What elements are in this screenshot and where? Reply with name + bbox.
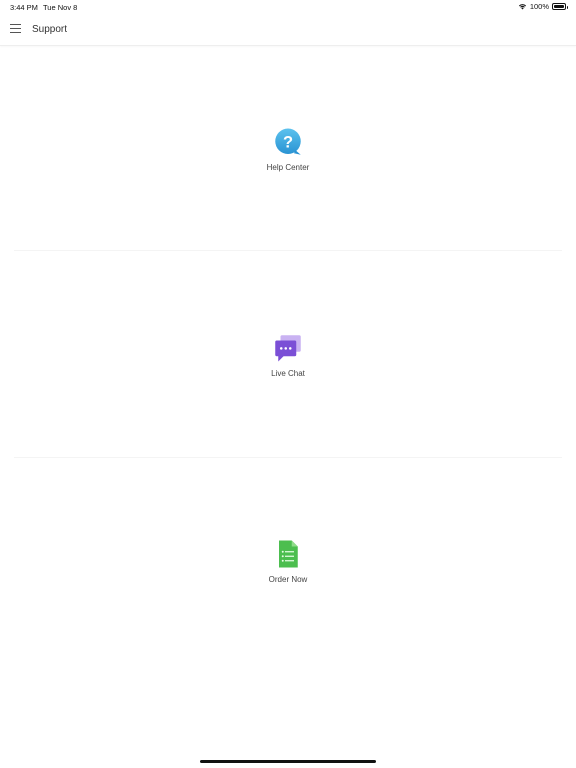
status-time: 3:44 PM bbox=[10, 3, 38, 12]
menu-button[interactable] bbox=[10, 24, 22, 34]
home-indicator[interactable] bbox=[200, 760, 376, 763]
divider bbox=[14, 250, 562, 251]
live-chat-button[interactable]: Live Chat bbox=[0, 252, 576, 458]
status-date: Tue Nov 8 bbox=[43, 3, 78, 12]
hamburger-icon-line bbox=[10, 27, 21, 29]
hamburger-icon-line bbox=[10, 31, 21, 33]
nav-bar: Support bbox=[0, 14, 576, 46]
wifi-icon bbox=[518, 4, 526, 10]
status-indicators: 100% bbox=[518, 2, 568, 11]
question-bubble-icon: ? bbox=[275, 128, 301, 155]
svg-text:?: ? bbox=[283, 133, 293, 151]
hamburger-icon bbox=[10, 24, 21, 26]
help-center-label: Help Center bbox=[266, 162, 310, 172]
help-center-button[interactable]: ? Help Center bbox=[0, 46, 576, 252]
chat-bubble-icon bbox=[275, 334, 301, 361]
document-list-icon bbox=[279, 540, 298, 567]
page-title: Support bbox=[32, 24, 68, 35]
status-bar: 3:44 PM Tue Nov 8 100% bbox=[0, 0, 576, 14]
battery-percentage: 100% bbox=[529, 2, 549, 11]
order-now-button[interactable]: Order Now bbox=[0, 458, 576, 664]
battery-icon bbox=[552, 3, 568, 10]
support-screen: 3:44 PM Tue Nov 8 100% Support ? Help Ce… bbox=[0, 0, 576, 768]
live-chat-label: Live Chat bbox=[271, 368, 305, 378]
order-now-label: Order Now bbox=[268, 574, 308, 584]
